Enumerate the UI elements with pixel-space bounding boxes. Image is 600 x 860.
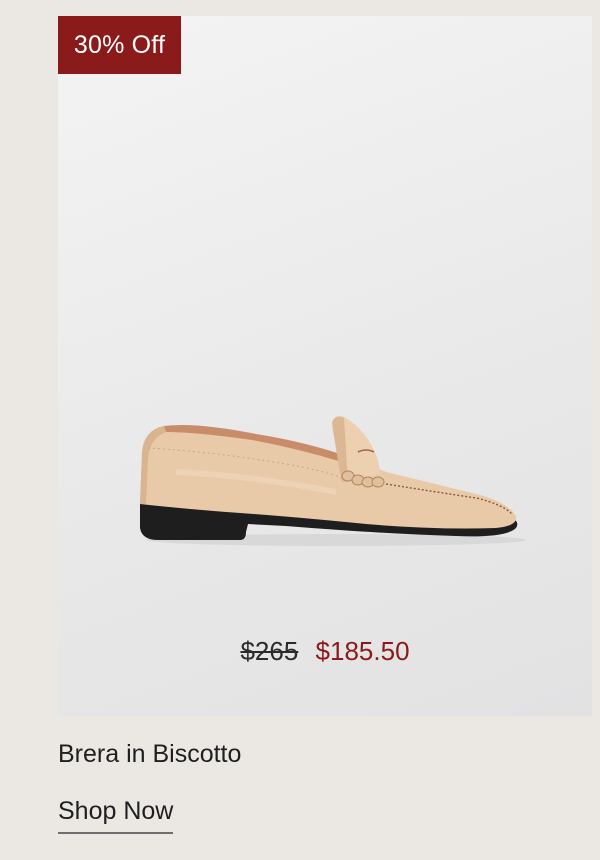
product-image-card[interactable]: $265 $185.50 [58, 16, 592, 716]
product-name[interactable]: Brera in Biscotto [58, 737, 241, 771]
product-image [140, 415, 526, 546]
price-row: $265 $185.50 [58, 634, 592, 668]
sale-price: $185.50 [315, 636, 410, 666]
original-price: $265 [240, 636, 299, 666]
shop-now-link[interactable]: Shop Now [58, 794, 174, 834]
discount-badge: 30% Off [58, 16, 181, 74]
